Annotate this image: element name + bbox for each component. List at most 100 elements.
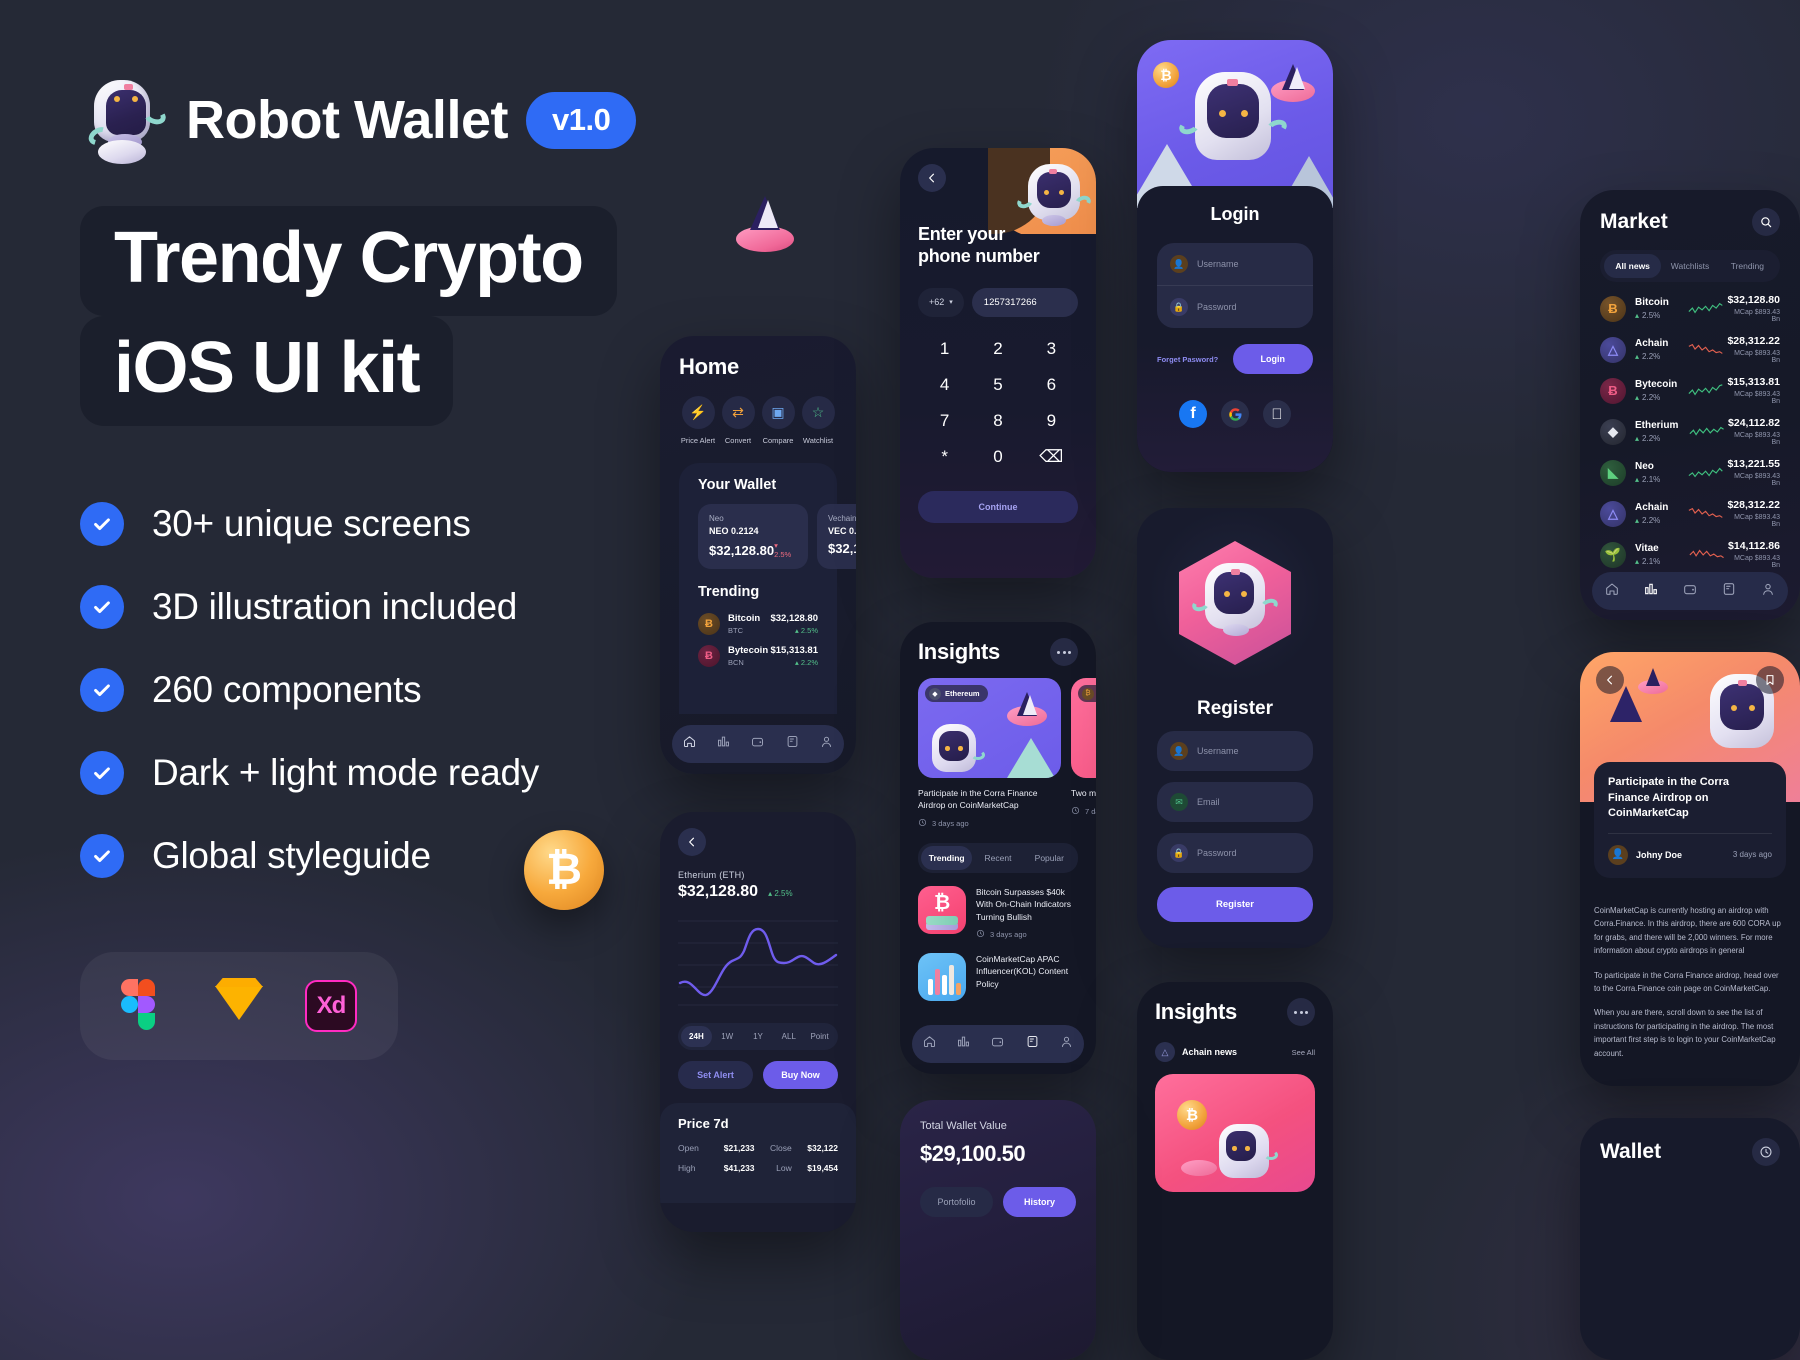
phone-number-input[interactable]: 1257317266 [971, 287, 1078, 317]
range-selector[interactable]: 24H 1W 1Y ALL Point [678, 1023, 838, 1050]
password-field[interactable]: 🔒 Password [1157, 833, 1313, 873]
key-3[interactable]: 3 [1025, 339, 1078, 359]
quick-action-price-alert[interactable]: ⚡ Price Alert [679, 396, 717, 445]
range-all[interactable]: ALL [773, 1026, 804, 1047]
range-24h[interactable]: 24H [681, 1026, 712, 1047]
key-0[interactable]: 0 [971, 447, 1024, 467]
wallet-icon[interactable] [750, 734, 765, 754]
bottom-tabbar[interactable] [912, 1025, 1084, 1063]
key-4[interactable]: 4 [918, 375, 971, 395]
numeric-keypad[interactable]: 1 2 3 4 5 6 7 8 9 * 0 ⌫ [918, 339, 1078, 467]
country-code-value: +62 [929, 297, 945, 308]
quick-action-convert[interactable]: ⇄ Convert [719, 396, 757, 445]
continue-button[interactable]: Continue [918, 490, 1078, 523]
back-button[interactable] [1596, 666, 1624, 694]
market-tabs[interactable]: All news Watchlists Trending [1600, 250, 1780, 282]
key-2[interactable]: 2 [971, 339, 1024, 359]
forgot-password-link[interactable]: Forget Pasword? [1157, 355, 1218, 364]
insights-tabs[interactable]: Trending Recent Popular [918, 843, 1078, 874]
username-field[interactable]: 👤 Username [1157, 731, 1313, 771]
news-icon[interactable] [1025, 1034, 1040, 1054]
news-icon[interactable] [1721, 581, 1737, 602]
key-7[interactable]: 7 [918, 411, 971, 431]
market-row[interactable]: Ƀ Bytecoin ▴ 2.2% $15,313.81 MCap $893.43… [1600, 376, 1780, 405]
email-field[interactable]: ✉ Email [1157, 782, 1313, 822]
bottom-tabbar[interactable] [672, 725, 844, 763]
wallet-icon[interactable] [990, 1034, 1005, 1054]
buy-now-button[interactable]: Buy Now [763, 1061, 838, 1089]
chart-icon[interactable] [716, 734, 731, 754]
country-code-select[interactable]: +62 ▾ [918, 287, 964, 317]
range-1y[interactable]: 1Y [743, 1026, 774, 1047]
news-icon[interactable] [785, 734, 800, 754]
home-icon[interactable] [922, 1034, 937, 1054]
tab-popular[interactable]: Popular [1024, 846, 1075, 870]
insights-hero-card[interactable]: ₿ [1155, 1074, 1315, 1192]
tab-trending[interactable]: Trending [1719, 254, 1776, 278]
tab-trending[interactable]: Trending [921, 846, 973, 871]
key-asterisk[interactable]: * [918, 447, 971, 467]
profile-icon[interactable] [819, 734, 834, 754]
back-button[interactable] [678, 828, 706, 856]
bottom-tabbar[interactable] [1592, 572, 1788, 610]
home-icon[interactable] [1604, 581, 1620, 602]
username-field[interactable]: 👤 Username [1157, 243, 1313, 285]
key-backspace-icon[interactable]: ⌫ [1025, 447, 1078, 467]
social-login-row[interactable]: f  [1157, 400, 1313, 428]
tab-portofolio[interactable]: Portofolio [920, 1187, 993, 1217]
tab-all-news[interactable]: All news [1604, 254, 1662, 278]
chart-icon[interactable] [956, 1034, 971, 1054]
facebook-icon[interactable]: f [1179, 400, 1207, 428]
quick-action-watchlist[interactable]: ☆ Watchlist [799, 396, 837, 445]
password-field[interactable]: 🔒 Password [1157, 285, 1313, 328]
set-alert-button[interactable]: Set Alert [678, 1061, 753, 1089]
news-item[interactable]: CoinMarketCap APAC Influencer(KOL) Conte… [918, 953, 1078, 1002]
news-item[interactable]: ₿ Bitcoin Surpasses $40k With On-Chain I… [918, 886, 1078, 940]
google-icon[interactable] [1221, 400, 1249, 428]
tab-watchlists[interactable]: Watchlists [1661, 254, 1718, 278]
profile-icon[interactable] [1760, 581, 1776, 602]
wallet-card-value: $32,1 [828, 541, 856, 556]
key-5[interactable]: 5 [971, 375, 1024, 395]
key-9[interactable]: 9 [1025, 411, 1078, 431]
market-row[interactable]: Ƀ Bitcoin ▴ 2.5% $32,128.80 MCap $893.43 … [1600, 294, 1780, 323]
apple-icon[interactable]:  [1263, 400, 1291, 428]
back-button[interactable] [918, 164, 946, 192]
tab-history[interactable]: History [1003, 1187, 1076, 1217]
coin-name: Achain [1635, 502, 1669, 513]
wallet-card[interactable]: Neo NEO 0.2124 $32,128.80 ▾ 2.5% [698, 504, 808, 569]
trending-row[interactable]: Ƀ Bitcoin BTC $32,128.80 ▴ 2.5% [698, 613, 818, 635]
login-button[interactable]: Login [1232, 344, 1313, 374]
market-row[interactable]: △ Achain ▴ 2.2% $28,312.22 MCap $893.43 B… [1600, 335, 1780, 364]
market-row[interactable]: ◆ Etherium ▴ 2.2% $24,112.82 MCap $893.43… [1600, 417, 1780, 446]
home-icon[interactable] [682, 734, 697, 754]
featured-card[interactable]: ₿ Bitcoin Two man Bitcoin co 7 days ago [1071, 678, 1096, 829]
more-dots-icon[interactable] [1050, 638, 1078, 666]
range-point[interactable]: Point [804, 1026, 835, 1047]
screen-total-wallet: Total Wallet Value $29,100.50 Portofolio… [900, 1100, 1096, 1360]
wallet-card[interactable]: Vechain VEC 0.2 $32,1 [817, 504, 856, 569]
key-8[interactable]: 8 [971, 411, 1024, 431]
register-button[interactable]: Register [1157, 887, 1313, 922]
clock-icon[interactable] [1752, 1138, 1780, 1166]
market-row[interactable]: ◣ Neo ▴ 2.1% $13,221.55 MCap $893.43 Bn [1600, 458, 1780, 487]
market-row[interactable]: 🌱 Vitae ▴ 2.1% $14,112.86 MCap $893.43 Bn [1600, 540, 1780, 569]
key-6[interactable]: 6 [1025, 375, 1078, 395]
see-all-link[interactable]: See All [1292, 1048, 1315, 1057]
bookmark-icon[interactable] [1756, 666, 1784, 694]
range-1w[interactable]: 1W [712, 1026, 743, 1047]
wallet-tabs[interactable]: Portofolio History [920, 1187, 1076, 1217]
search-icon[interactable] [1752, 208, 1780, 236]
key-1[interactable]: 1 [918, 339, 971, 359]
more-dots-icon[interactable] [1287, 998, 1315, 1026]
featured-card[interactable]: ◆ Ethereum Participate in the Corra Fina… [918, 678, 1061, 829]
wallet-icon[interactable] [1682, 581, 1698, 602]
check-icon [80, 751, 124, 795]
market-row[interactable]: △ Achain ▴ 2.2% $28,312.22 MCap $893.43 B… [1600, 499, 1780, 528]
trending-row[interactable]: Ƀ Bytecoin BCN $15,313.81 ▴ 2.2% [698, 645, 818, 667]
check-icon [80, 668, 124, 712]
tab-recent[interactable]: Recent [972, 846, 1023, 870]
chart-icon[interactable] [1643, 581, 1659, 602]
quick-action-compare[interactable]: ▣ Compare [759, 396, 797, 445]
profile-icon[interactable] [1059, 1034, 1074, 1054]
